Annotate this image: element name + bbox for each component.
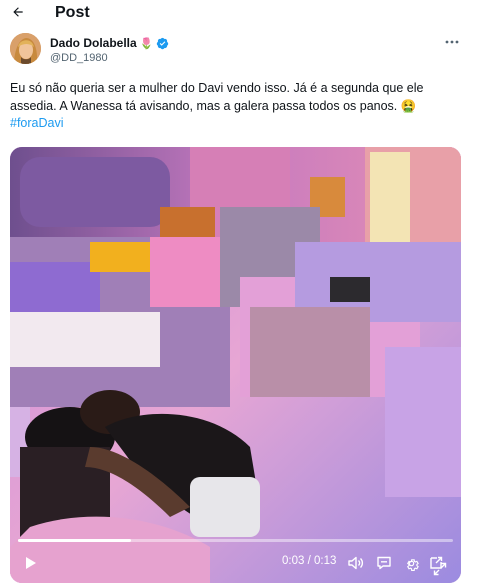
play-icon xyxy=(26,557,36,569)
video-player[interactable]: 0:03 / 0:13 xyxy=(10,147,461,583)
author-handle[interactable]: @DD_1980 xyxy=(50,52,108,64)
avatar[interactable] xyxy=(10,33,41,64)
settings-button[interactable] xyxy=(402,553,420,573)
author-emoji: 🌷 xyxy=(139,37,154,50)
captions-button[interactable] xyxy=(375,553,393,573)
video-progress-fill xyxy=(18,539,132,542)
hashtag-link[interactable]: #foraDavi xyxy=(10,116,64,130)
more-horizontal-icon xyxy=(445,40,459,44)
author-name-text: Dado Dolabella xyxy=(50,36,137,50)
current-time: 0:03 xyxy=(282,555,305,567)
page-title: Post xyxy=(55,4,90,21)
video-time: 0:03 / 0:13 xyxy=(282,555,336,567)
back-button[interactable] xyxy=(8,2,28,22)
more-button[interactable] xyxy=(442,35,462,49)
verified-badge-icon xyxy=(157,37,169,49)
volume-icon xyxy=(348,556,364,570)
play-button[interactable] xyxy=(22,553,40,573)
fullscreen-icon xyxy=(433,562,447,576)
captions-icon xyxy=(377,556,391,570)
video-controls: 0:03 / 0:13 xyxy=(10,535,461,583)
author-name[interactable]: Dado Dolabella 🌷 xyxy=(50,36,169,50)
gear-icon xyxy=(406,558,419,571)
arrow-left-icon xyxy=(13,7,23,17)
video-duration: 0:13 xyxy=(313,555,337,567)
volume-button[interactable] xyxy=(347,553,365,573)
tweet-body: Eu só não queria ser a mulher do Davi ve… xyxy=(10,81,424,113)
page-header: Post xyxy=(0,0,479,28)
video-progress-bar[interactable] xyxy=(18,539,453,542)
tweet-author: Dado Dolabella 🌷 @DD_1980 xyxy=(10,33,470,67)
video-frame xyxy=(10,147,461,583)
time-separator: / xyxy=(304,555,314,567)
fullscreen-button[interactable] xyxy=(432,561,448,577)
tweet-text: Eu só não queria ser a mulher do Davi ve… xyxy=(10,80,465,133)
